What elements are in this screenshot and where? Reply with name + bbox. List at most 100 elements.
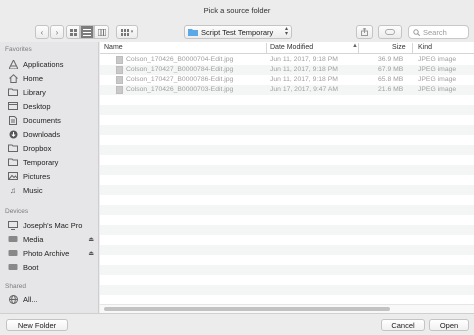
empty-row bbox=[100, 125, 474, 135]
sidebar-item-label: Home bbox=[23, 73, 44, 83]
file-kind: JPEG image bbox=[418, 56, 457, 63]
search-icon bbox=[413, 28, 420, 36]
tags-button[interactable] bbox=[378, 25, 402, 39]
folder-icon bbox=[8, 157, 18, 167]
sidebar-item-label: Downloads bbox=[23, 129, 61, 139]
empty-row bbox=[100, 265, 474, 275]
home-icon bbox=[8, 73, 18, 83]
empty-row bbox=[100, 135, 474, 145]
column-view-button[interactable] bbox=[94, 25, 109, 39]
file-kind: JPEG image bbox=[418, 76, 457, 83]
file-picker-window: Pick a source folder ‹ › ▾ Script Test T… bbox=[0, 0, 474, 335]
sidebar-item-all-shared[interactable]: All... bbox=[8, 292, 98, 306]
empty-row bbox=[100, 255, 474, 265]
sidebar-item-label: Desktop bbox=[23, 101, 51, 111]
drive-icon bbox=[8, 234, 18, 244]
sidebar-item-home[interactable]: Home bbox=[8, 71, 98, 85]
toolbar: ‹ › ▾ Script Test Temporary ▴ ▾ Search bbox=[0, 22, 474, 42]
column-header-kind[interactable]: Kind bbox=[418, 44, 432, 51]
folder-location-popup[interactable]: Script Test Temporary ▴ ▾ bbox=[184, 25, 292, 39]
sidebar-item-label: Media bbox=[23, 234, 44, 244]
sidebar-item-downloads[interactable]: Downloads bbox=[8, 127, 98, 141]
file-row[interactable]: Colson_170426_B0000703-Edit.jpg Jun 17, … bbox=[100, 85, 474, 95]
sidebar-item-label: Dropbox bbox=[23, 143, 52, 153]
list-view-button[interactable] bbox=[80, 25, 94, 39]
file-size: 67.9 MB bbox=[378, 66, 404, 73]
open-button[interactable]: Open bbox=[429, 319, 469, 331]
icon-view-button[interactable] bbox=[66, 25, 80, 39]
column-header-name[interactable]: Name bbox=[104, 44, 123, 51]
chevron-left-icon: ‹ bbox=[40, 27, 44, 37]
columns-icon bbox=[97, 28, 106, 36]
file-rows: Colson_170426_B0000704-Edit.jpg Jun 11, … bbox=[100, 55, 474, 295]
bottom-bar: New Folder Cancel Open bbox=[0, 313, 474, 335]
horizontal-scrollbar[interactable] bbox=[100, 304, 474, 313]
file-date: Jun 11, 2017, 9:18 PM bbox=[270, 76, 338, 83]
sidebar-item-label: Pictures bbox=[23, 171, 51, 181]
empty-row bbox=[100, 115, 474, 125]
sidebar-item-label: Library bbox=[23, 87, 46, 97]
file-row[interactable]: Colson_170427_B0000786-Edit.jpg Jun 11, … bbox=[100, 75, 474, 85]
sidebar-item-temporary[interactable]: Temporary bbox=[8, 155, 98, 169]
sidebar-item-pictures[interactable]: Pictures bbox=[8, 169, 98, 183]
scrollbar-thumb[interactable] bbox=[104, 307, 390, 311]
cancel-button[interactable]: Cancel bbox=[381, 319, 425, 331]
empty-row bbox=[100, 275, 474, 285]
sidebar-item-documents[interactable]: Documents bbox=[8, 113, 98, 127]
search-placeholder: Search bbox=[423, 27, 447, 37]
sidebar-item-desktop[interactable]: Desktop bbox=[8, 99, 98, 113]
empty-row bbox=[100, 145, 474, 155]
empty-row bbox=[100, 105, 474, 115]
file-date: Jun 11, 2017, 9:18 PM bbox=[270, 66, 338, 73]
eject-icon[interactable]: ⏏ bbox=[88, 236, 94, 243]
file-row[interactable]: Colson_170426_B0000704-Edit.jpg Jun 11, … bbox=[100, 55, 474, 65]
empty-row bbox=[100, 195, 474, 205]
share-button[interactable] bbox=[356, 25, 373, 39]
arrange-icon bbox=[120, 28, 129, 36]
sidebar-item-music[interactable]: ♫ Music bbox=[8, 183, 98, 197]
empty-row bbox=[100, 205, 474, 215]
sidebar-item-dropbox[interactable]: Dropbox bbox=[8, 141, 98, 155]
arrange-button[interactable]: ▾ bbox=[116, 25, 138, 39]
file-kind: JPEG image bbox=[418, 86, 457, 93]
sidebar-item-photo-archive[interactable]: Photo Archive ⏏ bbox=[8, 246, 98, 260]
column-headers: Name Date Modified ▲ Size Kind bbox=[100, 42, 474, 54]
chevron-right-icon: › bbox=[55, 27, 59, 37]
folder-icon bbox=[8, 143, 18, 153]
column-divider[interactable] bbox=[358, 43, 359, 53]
new-folder-button[interactable]: New Folder bbox=[6, 319, 68, 331]
forward-button[interactable]: › bbox=[50, 25, 64, 39]
empty-row bbox=[100, 215, 474, 225]
sidebar-item-label: All... bbox=[23, 294, 38, 304]
sidebar-item-label: Boot bbox=[23, 262, 39, 272]
sidebar-item-media[interactable]: Media ⏏ bbox=[8, 232, 98, 246]
eject-icon[interactable]: ⏏ bbox=[88, 250, 94, 257]
file-kind: JPEG image bbox=[418, 66, 457, 73]
sidebar-item-library[interactable]: Library bbox=[8, 85, 98, 99]
sidebar-item-applications[interactable]: Applications bbox=[8, 57, 98, 71]
popup-arrows-icon: ▴ ▾ bbox=[284, 26, 288, 37]
file-size: 36.9 MB bbox=[378, 56, 404, 63]
folder-icon bbox=[8, 87, 18, 97]
empty-row bbox=[100, 245, 474, 255]
pictures-icon bbox=[8, 171, 18, 181]
sidebar-item-label: Documents bbox=[23, 115, 61, 125]
column-header-size[interactable]: Size bbox=[392, 44, 406, 51]
file-name: Colson_170426_B0000704-Edit.jpg bbox=[126, 56, 234, 63]
search-field[interactable]: Search bbox=[408, 25, 469, 39]
empty-row bbox=[100, 185, 474, 195]
grid-icon bbox=[69, 28, 77, 36]
back-button[interactable]: ‹ bbox=[35, 25, 49, 39]
file-row[interactable]: Colson_170427_B0000784-Edit.jpg Jun 11, … bbox=[100, 65, 474, 75]
sidebar-item-boot[interactable]: Boot bbox=[8, 260, 98, 274]
sidebar-item-mac-pro[interactable]: Joseph's Mac Pro bbox=[8, 218, 98, 232]
column-header-date[interactable]: Date Modified bbox=[270, 44, 313, 51]
shared-header: Shared bbox=[5, 283, 26, 290]
column-divider[interactable] bbox=[412, 43, 413, 53]
sidebar-item-label: Music bbox=[23, 185, 43, 195]
documents-icon bbox=[8, 115, 18, 125]
column-divider[interactable] bbox=[266, 43, 267, 53]
sidebar-item-label: Applications bbox=[23, 59, 64, 69]
desktop-icon bbox=[8, 101, 18, 111]
folder-location-label: Script Test Temporary bbox=[201, 27, 274, 37]
